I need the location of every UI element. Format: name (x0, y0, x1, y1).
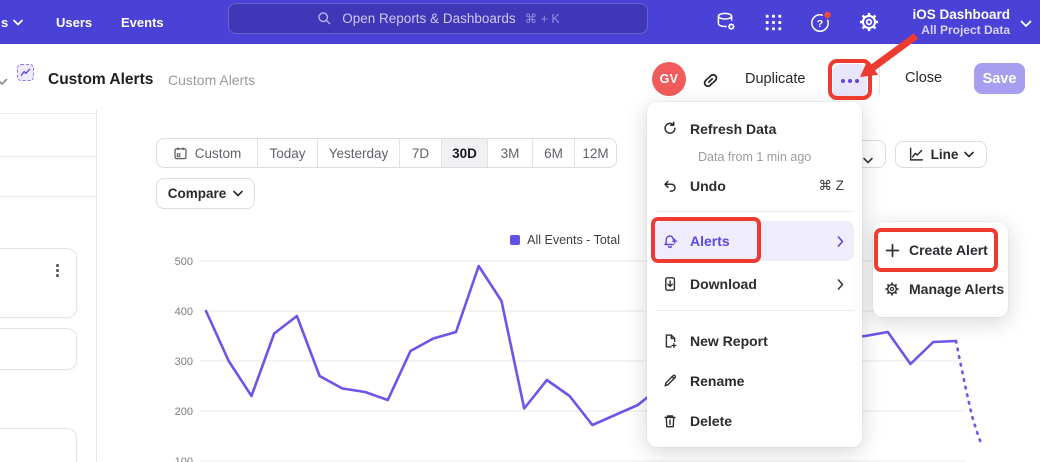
new-report-icon (662, 333, 678, 349)
menu-item-alerts[interactable]: Alerts (655, 221, 854, 261)
y-tick-label: 400 (175, 306, 193, 318)
chart-type-selector[interactable]: Line (895, 141, 987, 168)
legend-label: All Events - Total (527, 233, 620, 247)
left-sidebar (0, 110, 97, 462)
sidebar-card[interactable] (0, 328, 77, 370)
sidebar-card[interactable] (0, 248, 77, 318)
undo-icon (662, 178, 678, 194)
alerts-submenu: Create Alert Manage Alerts (873, 222, 1008, 317)
avatar[interactable]: GV (652, 62, 686, 96)
link-icon (700, 70, 721, 91)
copy-link-button[interactable] (698, 68, 722, 92)
breadcrumb: Custom Alerts (168, 72, 255, 88)
menu-item-undo[interactable]: Undo ⌘ Z (655, 168, 854, 204)
plus-icon (884, 242, 900, 258)
submenu-item-create-alert[interactable]: Create Alert (879, 231, 1002, 269)
nav-item-partial[interactable]: s (0, 0, 23, 44)
y-tick-label: 300 (175, 356, 193, 368)
submenu-item-manage-alerts[interactable]: Manage Alerts (879, 270, 1002, 308)
bell-plus-icon (662, 233, 678, 249)
trash-icon (662, 413, 678, 429)
report-options-menu: Refresh Data Data from 1 min ago Undo ⌘ … (647, 102, 862, 447)
refresh-subtitle: Data from 1 min ago (698, 150, 811, 164)
chevron-down-icon (233, 190, 243, 197)
chevron-right-icon (837, 236, 844, 247)
pencil-icon (662, 373, 678, 389)
chart-line-projection-dotted (956, 341, 982, 446)
search-icon (316, 10, 333, 27)
report-header: Custom Alerts Custom Alerts GV Duplicate… (0, 44, 1040, 110)
calendar-icon (173, 146, 188, 161)
chevron-right-icon (837, 279, 844, 290)
date-range-custom[interactable]: Custom (157, 139, 258, 167)
settings-gear-icon[interactable] (854, 0, 884, 44)
close-button[interactable]: Close (905, 70, 942, 86)
nav-item-partial-label: s (1, 15, 8, 30)
menu-item-download[interactable]: Download (655, 265, 854, 303)
legend-swatch (510, 235, 520, 245)
data-management-icon[interactable] (711, 0, 741, 44)
download-icon (662, 276, 678, 292)
date-range-6m[interactable]: 6M (533, 139, 575, 167)
date-range-7d[interactable]: 7D (400, 139, 442, 167)
nav-item-events[interactable]: Events (121, 0, 164, 44)
legend-item[interactable]: All Events - Total (510, 233, 620, 247)
menu-item-refresh-data[interactable]: Refresh Data Data from 1 min ago (655, 112, 854, 158)
search-shortcut: ⌘ + K (525, 11, 560, 26)
menu-item-rename[interactable]: Rename (655, 362, 854, 400)
svg-text:?: ? (817, 18, 823, 30)
notification-dot (824, 11, 832, 19)
nav-item-users[interactable]: Users (56, 0, 92, 44)
project-name: iOS Dashboard (912, 7, 1010, 23)
search-input[interactable]: Open Reports & Dashboards ⌘ + K (228, 3, 648, 34)
y-tick-label: 200 (175, 406, 193, 418)
project-chevron-down-icon[interactable] (1020, 15, 1032, 33)
refresh-icon (662, 121, 678, 137)
card-kebab-menu-icon[interactable] (54, 262, 61, 279)
help-icon[interactable]: ? (806, 0, 836, 44)
undo-shortcut: ⌘ Z (819, 178, 845, 194)
more-options-button[interactable] (833, 64, 867, 98)
apps-grid-icon[interactable] (758, 0, 788, 44)
date-range-selector: Custom Today Yesterday 7D 30D 3M 6M 12M (156, 138, 617, 168)
project-scope: All Project Data (921, 23, 1010, 37)
report-type-icon (17, 64, 34, 81)
collapsed-panel-chevron-icon[interactable] (0, 73, 8, 91)
top-nav-bar: s Users Events Open Reports & Dashboards… (0, 0, 1040, 44)
date-range-3m[interactable]: 3M (488, 139, 533, 167)
search-placeholder: Open Reports & Dashboards (342, 11, 515, 26)
header-divider (879, 62, 880, 94)
date-range-12m[interactable]: 12M (575, 139, 616, 167)
page-title: Custom Alerts (48, 71, 153, 89)
compare-button[interactable]: Compare (156, 178, 255, 209)
date-range-today[interactable]: Today (258, 139, 318, 167)
chevron-down-icon (13, 19, 23, 26)
app-root: s Users Events Open Reports & Dashboards… (0, 0, 1040, 462)
sidebar-card[interactable] (0, 428, 77, 462)
line-chart-icon (908, 146, 925, 163)
gear-icon (884, 281, 900, 297)
project-switcher[interactable]: iOS Dashboard All Project Data (912, 0, 1010, 44)
y-tick-label: 100 (175, 456, 193, 462)
duplicate-button[interactable]: Duplicate (745, 71, 805, 87)
menu-item-new-report[interactable]: New Report (655, 322, 854, 360)
date-range-yesterday[interactable]: Yesterday (318, 139, 400, 167)
save-button[interactable]: Save (974, 63, 1025, 94)
chevron-down-icon (863, 151, 873, 169)
y-tick-label: 500 (175, 256, 193, 268)
chevron-down-icon (964, 151, 974, 158)
date-range-30d-selected[interactable]: 30D (442, 139, 488, 167)
menu-item-delete[interactable]: Delete (655, 402, 854, 440)
